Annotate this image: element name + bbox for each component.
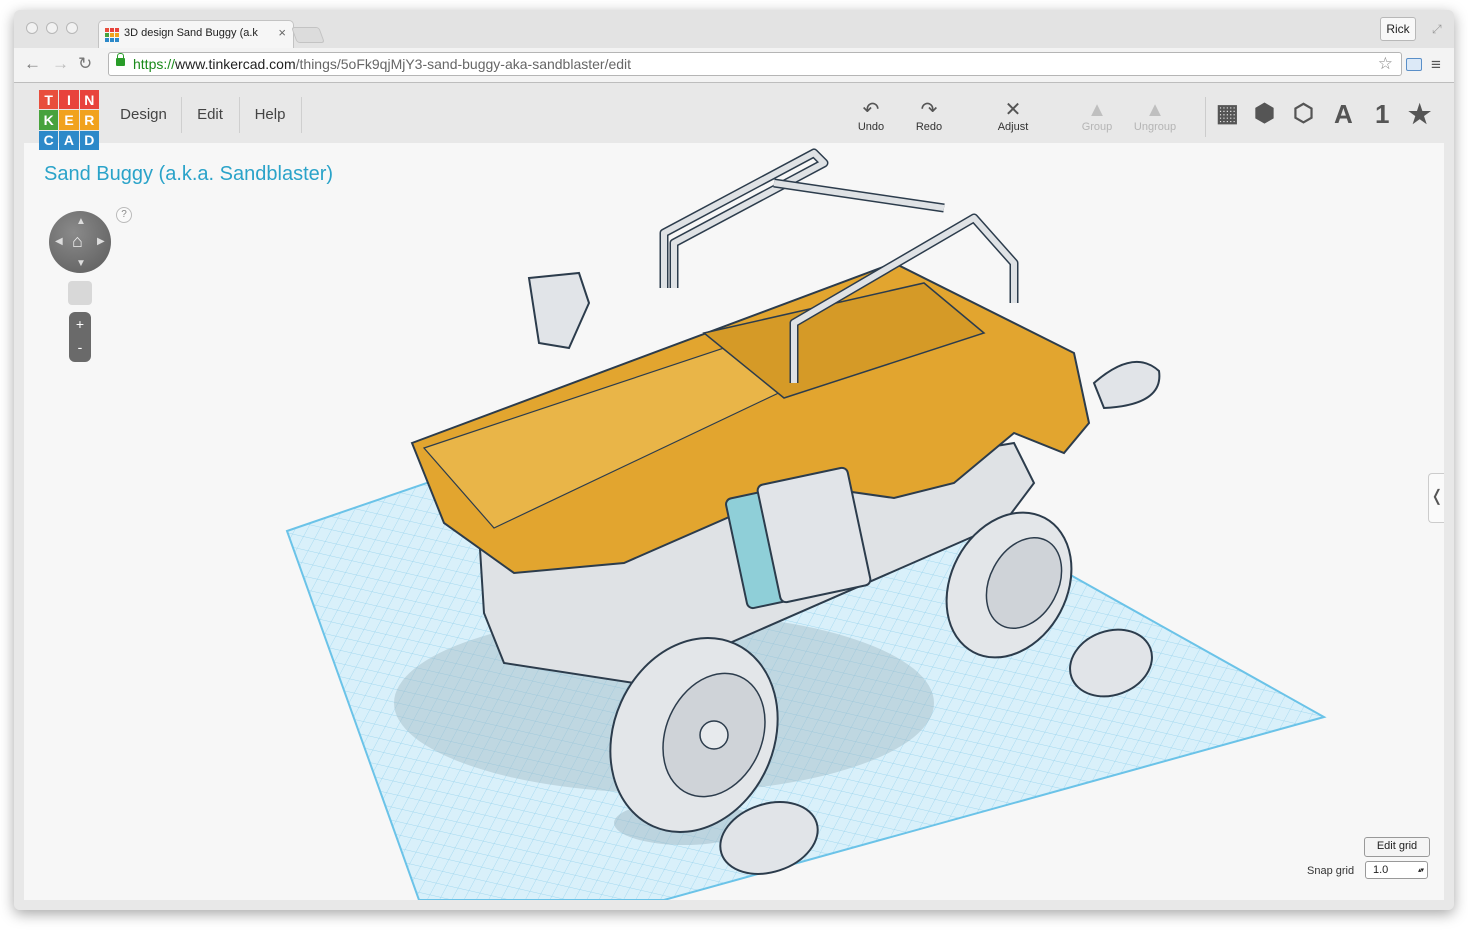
url-host: www.tinkercad.com <box>175 56 296 72</box>
logo-letter: T <box>39 90 59 110</box>
box-view-icon[interactable]: ⬢ <box>1254 99 1275 128</box>
logo-letter: C <box>39 130 59 150</box>
undo-icon: ↶ <box>862 99 880 121</box>
browser-menu-icon[interactable]: ≡ <box>1431 55 1441 75</box>
logo-letter: R <box>79 110 99 130</box>
undo-label: Undo <box>857 121 885 133</box>
side-panel-toggle[interactable]: ❬ <box>1428 473 1444 523</box>
browser-window: 3D design Sand Buggy (a.k × Rick ⤢ ← → ↻… <box>14 10 1454 910</box>
logo-letter: N <box>79 90 99 110</box>
view-cube-icon[interactable] <box>68 281 92 305</box>
text-shape-icon[interactable]: A <box>1334 99 1353 130</box>
logo-letter: A <box>59 130 79 150</box>
zoom-in-button[interactable]: + <box>69 312 91 337</box>
tinkercad-logo[interactable]: T I N K E R C A D <box>39 90 99 150</box>
address-bar[interactable]: https://www.tinkercad.com/things/5oFk9qj… <box>108 52 1402 76</box>
redo-icon: ↷ <box>920 99 938 121</box>
profile-button[interactable]: Rick <box>1380 17 1416 41</box>
tab-title: 3D design Sand Buggy (a.k <box>124 27 258 39</box>
design-title[interactable]: Sand Buggy (a.k.a. Sandblaster) <box>44 163 333 186</box>
menu-edit[interactable]: Edit <box>181 97 240 133</box>
logo-letter: I <box>59 90 79 110</box>
snap-grid-select[interactable]: 1.0 <box>1365 861 1428 879</box>
orbit-right-icon[interactable]: ▶ <box>97 236 105 247</box>
url-path: /things/5oFk9qjMjY3-sand-buggy-aka-sandb… <box>295 56 632 72</box>
url-scheme: https:// <box>133 56 176 72</box>
wireframe-view-icon[interactable]: ⬡ <box>1293 99 1314 128</box>
forward-arrow-icon[interactable]: → <box>52 54 69 74</box>
orbit-down-icon[interactable]: ▼ <box>76 258 86 269</box>
minimize-window-button[interactable] <box>46 22 58 34</box>
group-label: Group <box>1081 121 1113 133</box>
group-icon: ▲ <box>1087 99 1107 121</box>
logo-letter: K <box>39 110 59 130</box>
edit-grid-button[interactable]: Edit grid <box>1364 837 1430 857</box>
number-shape-icon[interactable]: 1 <box>1375 99 1389 130</box>
app-toolbar: T I N K E R C A D Design Edit Help ↶ Und… <box>14 83 1454 150</box>
zoom-window-button[interactable] <box>66 22 78 34</box>
toolbar-divider <box>1205 97 1206 137</box>
tinkercad-app: T I N K E R C A D Design Edit Help ↶ Und… <box>14 83 1454 910</box>
new-tab-button[interactable] <box>291 27 325 43</box>
tab-close-icon[interactable]: × <box>278 25 286 40</box>
snap-grid-label: Snap grid <box>1307 865 1355 877</box>
adjust-icon: ✕ <box>1004 99 1022 121</box>
menu-help[interactable]: Help <box>239 97 302 133</box>
browser-tab[interactable]: 3D design Sand Buggy (a.k × <box>98 20 294 48</box>
grid-view-icon[interactable]: ▦ <box>1216 99 1239 128</box>
extension-icon[interactable] <box>1406 58 1422 71</box>
close-window-button[interactable] <box>26 22 38 34</box>
logo-letter: E <box>59 110 79 130</box>
tinkercad-favicon-icon <box>105 28 119 42</box>
url-text: https://www.tinkercad.com/things/5oFk9qj… <box>133 56 631 72</box>
help-icon[interactable]: ? <box>116 207 132 223</box>
roll-cage <box>661 150 827 288</box>
orbit-left-icon[interactable]: ◀ <box>55 236 63 247</box>
view-navigation-wheel[interactable]: ▲ ▼ ◀ ▶ ⌂ <box>49 211 111 273</box>
tab-strip: 3D design Sand Buggy (a.k × Rick ⤢ <box>14 10 1454 48</box>
orbit-up-icon[interactable]: ▲ <box>76 216 86 227</box>
reload-icon[interactable]: ↻ <box>78 54 92 74</box>
home-view-icon[interactable]: ⌂ <box>72 231 83 252</box>
zoom-control: + - <box>69 312 91 362</box>
favorite-star-icon[interactable]: ★ <box>1408 99 1431 130</box>
ungroup-button[interactable]: ▲ Ungroup <box>1125 99 1185 133</box>
adjust-button[interactable]: ✕ Adjust <box>983 99 1043 133</box>
ungroup-label: Ungroup <box>1133 121 1177 133</box>
lock-icon <box>116 53 125 66</box>
group-button[interactable]: ▲ Group <box>1067 99 1127 133</box>
workplane-canvas[interactable]: Sand Buggy (a.k.a. Sandblaster) ? ▲ ▼ ◀ … <box>24 143 1444 900</box>
fullscreen-icon[interactable]: ⤢ <box>1432 22 1442 37</box>
menu-design[interactable]: Design <box>106 97 182 133</box>
redo-button[interactable]: ↷ Redo <box>899 99 959 133</box>
bookmark-star-icon[interactable]: ☆ <box>1378 54 1393 74</box>
back-arrow-icon[interactable]: ← <box>24 54 41 74</box>
logo-letter: D <box>79 130 99 150</box>
bracket-part <box>527 271 591 350</box>
zoom-out-button[interactable]: - <box>69 337 91 362</box>
browser-toolbar: ← → ↻ https://www.tinkercad.com/things/5… <box>14 48 1454 83</box>
exhaust-part <box>1092 361 1161 410</box>
redo-label: Redo <box>915 121 943 133</box>
3d-scene[interactable] <box>24 143 1444 900</box>
ungroup-icon: ▲ <box>1145 99 1165 121</box>
undo-button[interactable]: ↶ Undo <box>841 99 901 133</box>
adjust-label: Adjust <box>997 121 1029 133</box>
